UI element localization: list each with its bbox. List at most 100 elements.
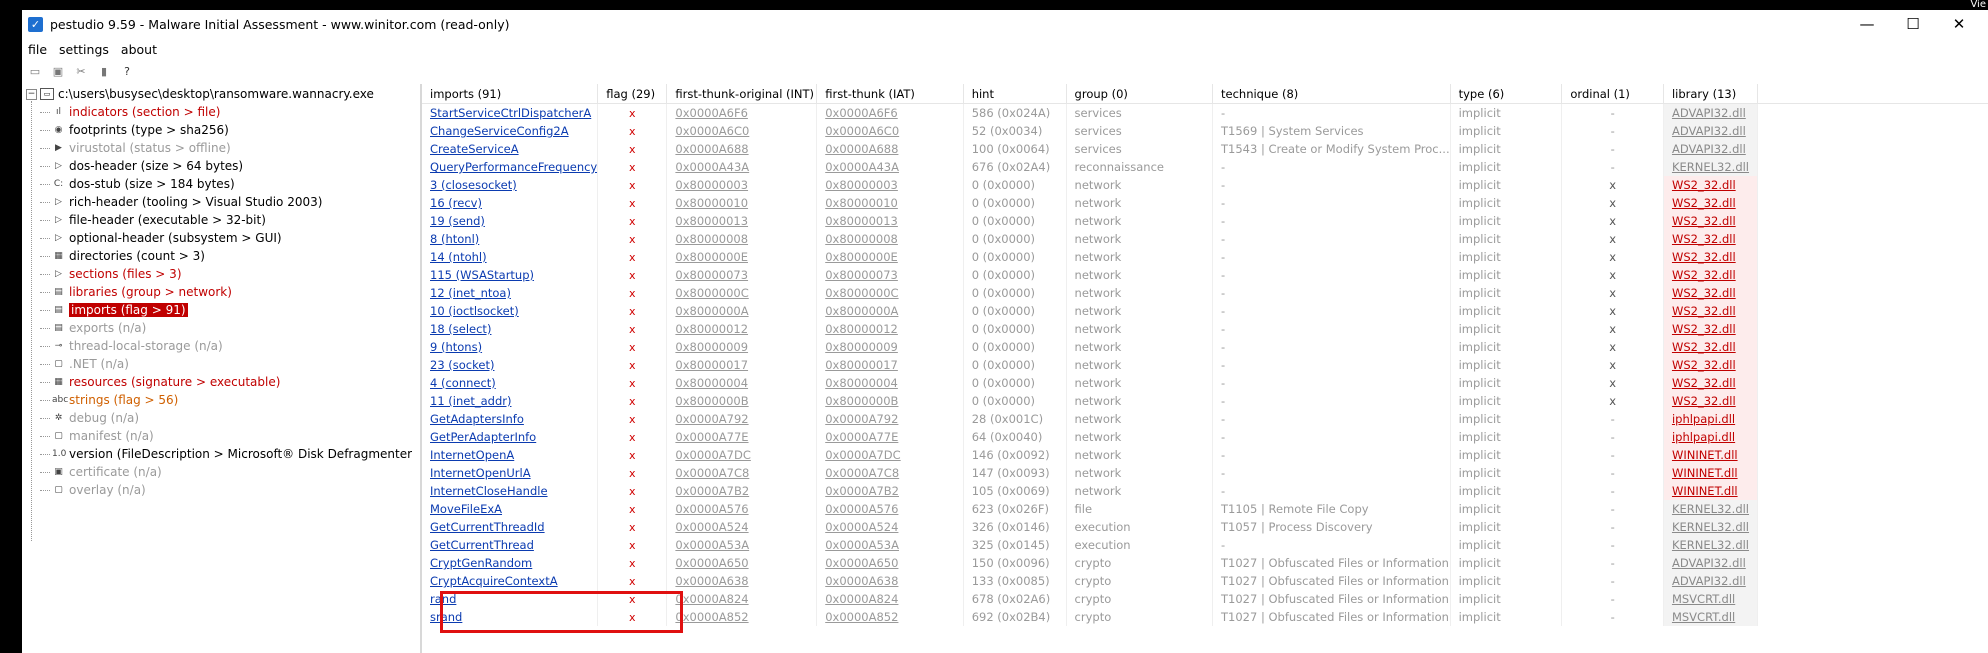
col-library-cell[interactable]: KERNEL32.dll	[1663, 518, 1759, 536]
col-library-cell[interactable]: ADVAPI32.dll	[1663, 572, 1759, 590]
col-iat-cell[interactable]: 0x80000008	[816, 230, 964, 248]
col-library-cell[interactable]: WS2_32.dll	[1663, 356, 1759, 374]
table-row[interactable]: 10 (ioctlsocket) x 0x8000000A 0x8000000A 0 (…	[422, 302, 1988, 320]
col-imports-cell[interactable]: 16 (recv)	[422, 194, 599, 212]
col-imports-cell[interactable]: MoveFileExA	[422, 500, 599, 518]
tree-item-debug[interactable]: ✲ debug (n/a)	[40, 409, 412, 427]
col-ordinal-header[interactable]: ordinal (1)	[1561, 84, 1664, 104]
table-row[interactable]: 3 (closesocket) x 0x80000003 0x80000003 0 (0…	[422, 176, 1988, 194]
tree-item-overlay[interactable]: ▢ overlay (n/a)	[40, 481, 412, 499]
col-library-cell[interactable]: WS2_32.dll	[1663, 248, 1759, 266]
table-row[interactable]: 23 (socket) x 0x80000017 0x80000017 0 (0x000…	[422, 356, 1988, 374]
col-iat-cell[interactable]: 0x0000A688	[816, 140, 964, 158]
col-iat-cell[interactable]: 0x8000000C	[816, 284, 964, 302]
col-imports-cell[interactable]: 115 (WSAStartup)	[422, 266, 599, 284]
col-library-cell[interactable]: WS2_32.dll	[1663, 392, 1759, 410]
menu-file[interactable]: file	[22, 42, 53, 57]
col-int-cell[interactable]: 0x80000013	[666, 212, 818, 230]
col-iat-cell[interactable]: 0x0000A792	[816, 410, 964, 428]
table-row[interactable]: InternetOpenA x 0x0000A7DC 0x0000A7DC 146 (0…	[422, 446, 1988, 464]
col-library-cell[interactable]: ADVAPI32.dll	[1663, 103, 1759, 122]
col-int-cell[interactable]: 0x0000A688	[666, 140, 818, 158]
col-type-header[interactable]: type (6)	[1450, 84, 1563, 104]
table-row[interactable]: 115 (WSAStartup) x 0x80000073 0x80000073 0 (…	[422, 266, 1988, 284]
col-library-cell[interactable]: KERNEL32.dll	[1663, 536, 1759, 554]
col-int-cell[interactable]: 0x80000012	[666, 320, 818, 338]
table-row[interactable]: 9 (htons) x 0x80000009 0x80000009 0 (0x0000)…	[422, 338, 1988, 356]
tree-item-resources[interactable]: ▦ resources (signature > executable)	[40, 373, 412, 391]
col-group-header[interactable]: group (0)	[1066, 84, 1214, 104]
col-imports-cell[interactable]: GetCurrentThreadId	[422, 518, 599, 536]
tree-item-dos-stub[interactable]: C: dos-stub (size > 184 bytes)	[40, 175, 412, 193]
col-int-cell[interactable]: 0x8000000B	[666, 392, 818, 410]
col-int-cell[interactable]: 0x80000009	[666, 338, 818, 356]
col-iat-cell[interactable]: 0x80000009	[816, 338, 964, 356]
tree-item-dotnet[interactable]: ▢ .NET (n/a)	[40, 355, 412, 373]
col-int-cell[interactable]: 0x80000008	[666, 230, 818, 248]
collapse-icon[interactable]: −	[26, 88, 37, 100]
col-int-cell[interactable]: 0x8000000C	[666, 284, 818, 302]
table-row[interactable]: srand x 0x0000A852 0x0000A852 692 (0x02B4) cr…	[422, 608, 1988, 626]
col-imports-cell[interactable]: 8 (htonl)	[422, 230, 599, 248]
col-library-cell[interactable]: WS2_32.dll	[1663, 302, 1759, 320]
col-int-cell[interactable]: 0x8000000A	[666, 302, 818, 320]
col-imports-cell[interactable]: srand	[422, 608, 599, 626]
col-iat-cell[interactable]: 0x8000000B	[816, 392, 964, 410]
col-int-cell[interactable]: 0x0000A43A	[666, 158, 818, 176]
table-row[interactable]: GetAdaptersInfo x 0x0000A792 0x0000A792 28 (…	[422, 410, 1988, 428]
close-button[interactable]: ✕	[1936, 10, 1982, 38]
table-row[interactable]: MoveFileExA x 0x0000A576 0x0000A576 623 (0x0…	[422, 500, 1988, 518]
col-int-cell[interactable]: 0x0000A53A	[666, 536, 818, 554]
col-int-cell[interactable]: 0x0000A524	[666, 518, 818, 536]
col-int-cell[interactable]: 0x0000A7C8	[666, 464, 818, 482]
save-icon[interactable]: ▣	[51, 64, 65, 78]
col-int-cell[interactable]: 0x0000A6F6	[666, 103, 818, 122]
col-imports-cell[interactable]: CryptAcquireContextA	[422, 572, 599, 590]
col-library-cell[interactable]: MSVCRT.dll	[1663, 590, 1759, 608]
tree-item-tls[interactable]: ⊸ thread-local-storage (n/a)	[40, 337, 412, 355]
col-imports-header[interactable]: imports (91)	[422, 84, 599, 104]
col-iat-cell[interactable]: 0x80000003	[816, 176, 964, 194]
tree-item-file-header[interactable]: ▷ file-header (executable > 32-bit)	[40, 211, 412, 229]
col-imports-cell[interactable]: 11 (inet_addr)	[422, 392, 599, 410]
col-iat-cell[interactable]: 0x8000000A	[816, 302, 964, 320]
table-row[interactable]: QueryPerformanceFrequency x 0x0000A43A 0x00…	[422, 158, 1988, 176]
col-int-cell[interactable]: 0x80000017	[666, 356, 818, 374]
col-library-cell[interactable]: WS2_32.dll	[1663, 176, 1759, 194]
col-iat-cell[interactable]: 0x0000A43A	[816, 158, 964, 176]
col-iat-cell[interactable]: 0x0000A7C8	[816, 464, 964, 482]
col-hint-header[interactable]: hint	[963, 84, 1067, 104]
cut-icon[interactable]: ✂	[74, 64, 88, 78]
table-row[interactable]: 14 (ntohl) x 0x8000000E 0x8000000E 0 (0x0000…	[422, 248, 1988, 266]
tree-item-exports[interactable]: ▤ exports (n/a)	[40, 319, 412, 337]
tree-item-strings[interactable]: abc strings (flag > 56)	[40, 391, 412, 409]
col-iat-cell[interactable]: 0x80000010	[816, 194, 964, 212]
col-imports-cell[interactable]: 14 (ntohl)	[422, 248, 599, 266]
col-library-cell[interactable]: WININET.dll	[1663, 464, 1759, 482]
col-iat-cell[interactable]: 0x0000A7DC	[816, 446, 964, 464]
col-imports-cell[interactable]: QueryPerformanceFrequency	[422, 158, 599, 176]
col-imports-cell[interactable]: ChangeServiceConfig2A	[422, 122, 599, 140]
tree-item-sections[interactable]: ▷ sections (files > 3)	[40, 265, 412, 283]
tree-root[interactable]: − ▭ c:\users\busysec\desktop\ransomware.…	[26, 85, 374, 103]
col-imports-cell[interactable]: GetAdaptersInfo	[422, 410, 599, 428]
col-imports-cell[interactable]: 10 (ioctlsocket)	[422, 302, 599, 320]
col-library-cell[interactable]: MSVCRT.dll	[1663, 608, 1759, 626]
col-int-cell[interactable]: 0x0000A824	[666, 590, 818, 608]
col-imports-cell[interactable]: 3 (closesocket)	[422, 176, 599, 194]
col-int-cell[interactable]: 0x0000A576	[666, 500, 818, 518]
col-iat-cell[interactable]: 0x8000000E	[816, 248, 964, 266]
table-row[interactable]: 12 (inet_ntoa) x 0x8000000C 0x8000000C 0 (0x…	[422, 284, 1988, 302]
col-iat-cell[interactable]: 0x0000A6F6	[816, 103, 964, 122]
col-flag-header[interactable]: flag (29)	[597, 84, 668, 104]
tree-item-footprints[interactable]: ◉ footprints (type > sha256)	[40, 121, 412, 139]
table-row[interactable]: GetCurrentThreadId x 0x0000A524 0x0000A524 3…	[422, 518, 1988, 536]
col-library-cell[interactable]: ADVAPI32.dll	[1663, 554, 1759, 572]
table-row[interactable]: 4 (connect) x 0x80000004 0x80000004 0 (0x000…	[422, 374, 1988, 392]
tree-item-imports[interactable]: ▤ imports (flag > 91)	[40, 301, 412, 319]
maximize-button[interactable]: ☐	[1890, 10, 1936, 38]
table-row[interactable]: InternetOpenUrlA x 0x0000A7C8 0x0000A7C8 147…	[422, 464, 1988, 482]
minimize-button[interactable]: —	[1844, 10, 1890, 38]
table-row[interactable]: StartServiceCtrlDispatcherA x 0x0000A6F6 0x…	[422, 103, 1988, 122]
col-int-cell[interactable]: 0x0000A638	[666, 572, 818, 590]
